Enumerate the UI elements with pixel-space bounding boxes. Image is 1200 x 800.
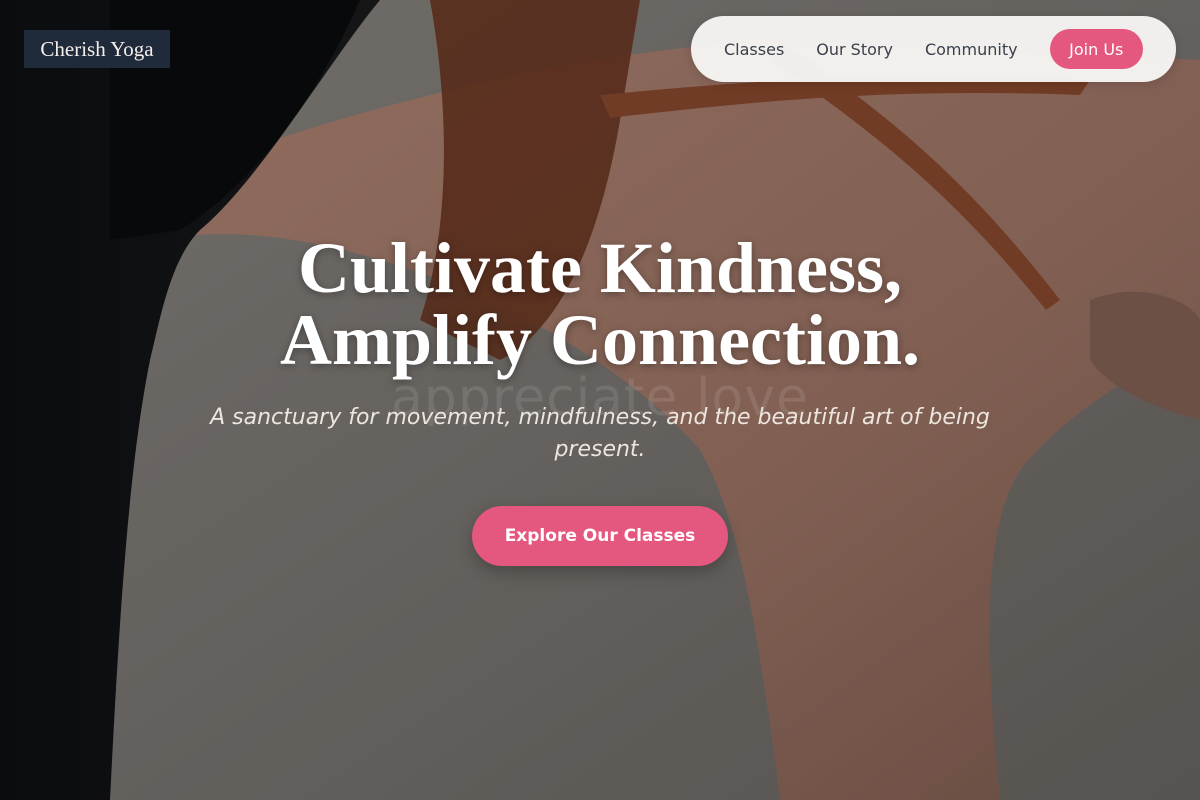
nav-link-classes[interactable]: Classes <box>724 40 784 59</box>
top-nav: Classes Our Story Community Join Us <box>691 16 1176 82</box>
join-us-button[interactable]: Join Us <box>1049 29 1143 69</box>
explore-classes-button[interactable]: Explore Our Classes <box>472 506 728 566</box>
nav-link-community[interactable]: Community <box>925 40 1018 59</box>
nav-link-our-story[interactable]: Our Story <box>816 40 893 59</box>
brand-logo[interactable]: Cherish Yoga <box>24 30 170 68</box>
headline-line-1: Cultivate Kindness, <box>297 228 903 308</box>
hero-headline: Cultivate Kindness, Amplify Connection. <box>0 232 1200 376</box>
headline-line-2: Amplify Connection. <box>279 300 921 380</box>
hero-subtitle: A sanctuary for movement, mindfulness, a… <box>210 405 990 462</box>
